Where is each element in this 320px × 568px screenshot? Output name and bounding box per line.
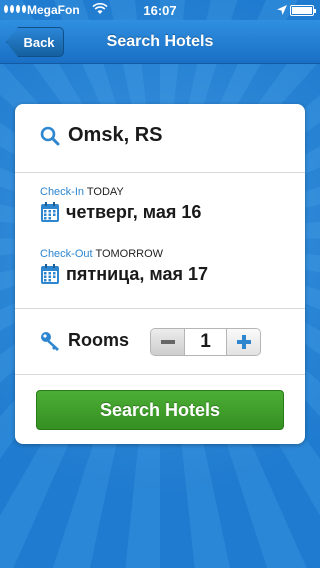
minus-icon — [160, 340, 175, 344]
destination-field[interactable]: Omsk, RS — [40, 124, 162, 147]
status-bar: MegaFon 16:07 — [0, 0, 320, 20]
calendar-icon — [41, 264, 59, 284]
rooms-stepper[interactable]: 1 — [150, 328, 261, 356]
destination-city: Omsk, RS — [68, 124, 163, 146]
increment-rooms-button[interactable] — [226, 329, 260, 355]
search-hotels-button[interactable]: Search Hotels — [36, 390, 284, 430]
check-out-date: пятница, мая 17 — [66, 263, 209, 284]
search-icon — [40, 126, 60, 145]
check-out-label: Check-Out — [40, 248, 93, 260]
check-in-label-row: Check-In TODAY — [40, 186, 201, 198]
plus-icon — [236, 335, 251, 349]
location-arrow-icon — [277, 4, 287, 18]
navigation-bar: Search Hotels Back — [0, 20, 320, 64]
rooms-count: 1 — [185, 329, 226, 355]
rooms-row: Rooms — [40, 330, 129, 351]
calendar-icon — [41, 202, 59, 222]
divider — [15, 308, 305, 309]
back-button[interactable]: Back — [6, 27, 64, 57]
rooms-label: Rooms — [68, 330, 130, 350]
check-in-relative: TODAY — [86, 186, 124, 198]
divider — [15, 374, 305, 375]
check-in-date: четверг, мая 16 — [66, 201, 202, 222]
status-time: 16:07 — [143, 3, 177, 18]
key-icon — [41, 331, 59, 351]
check-out-label-row: Check-Out TOMORROW — [40, 248, 208, 260]
check-in-label: Check-In — [40, 186, 85, 198]
check-in-field[interactable]: Check-In TODAY четверг, мая 16 — [40, 186, 201, 223]
check-out-field[interactable]: Check-Out TOMORROW пятница, мая 17 — [40, 248, 208, 285]
search-form-card: Omsk, RS Check-In TODAY четверг, мая 16 … — [15, 104, 305, 444]
decrement-rooms-button[interactable] — [151, 329, 185, 355]
battery-icon — [290, 5, 316, 16]
divider — [15, 172, 305, 173]
check-out-relative: TOMORROW — [95, 248, 164, 260]
